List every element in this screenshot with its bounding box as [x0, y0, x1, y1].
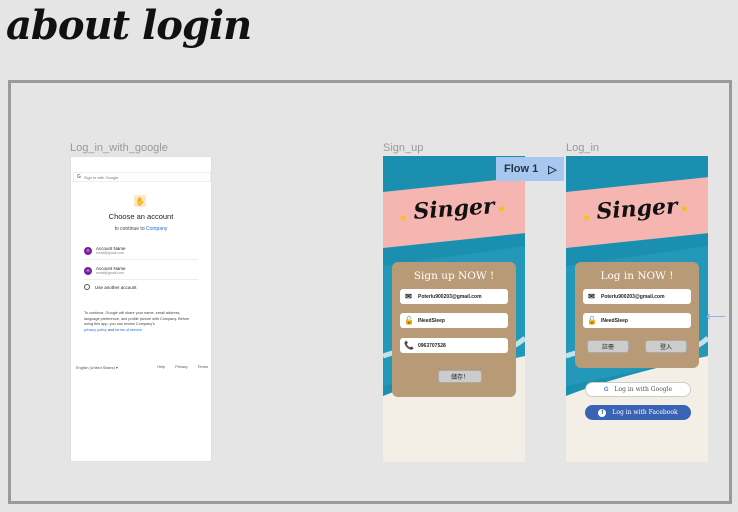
star-icon: ★ [680, 204, 689, 215]
consent-text: To continue, Google will share your name… [84, 311, 196, 333]
google-topbar-text: Sign in with Google [83, 174, 119, 180]
help-link[interactable]: Help [157, 365, 165, 370]
google-continue: to continue to Company [70, 226, 212, 232]
login-title: Log in NOW ! [600, 270, 674, 282]
email-field[interactable]: ✉ Poterlu900203@gmail.com [583, 289, 691, 304]
star-icon: ★ [582, 213, 591, 224]
email-value: Poterlu900203@gmail.com [601, 293, 665, 300]
frame-label-login[interactable]: Log_in [566, 142, 599, 154]
flow-badge[interactable]: Flow 1 ▷ [496, 157, 564, 181]
signup-frame[interactable]: Singer ★ ★ Sign up NOW ! ✉ Poterlu900203… [383, 156, 525, 462]
privacy-link[interactable]: Privacy [175, 365, 187, 370]
language-select[interactable]: English (United States) ▾ [76, 365, 118, 370]
consent-body: To continue, Google will share your name… [84, 311, 190, 326]
account-item[interactable]: A Account Name email@gmail.com [84, 242, 198, 260]
lock-icon: 🔓 [404, 316, 414, 325]
avatar: A [84, 246, 92, 255]
email-value: Poterlu900203@gmail.com [418, 293, 482, 300]
flow-arrow-icon: ⟵ [706, 308, 727, 324]
canvas: about login Log_in_with_google Sign_up L… [0, 0, 738, 512]
play-icon: ▷ [548, 163, 557, 176]
mail-icon: ✉ [405, 292, 412, 301]
facebook-login-button[interactable]: f Log in with Facebook [585, 405, 691, 420]
frame-label-google[interactable]: Log_in_with_google [70, 142, 168, 154]
company-link[interactable]: Company [146, 226, 167, 232]
star-icon: ★ [497, 204, 506, 215]
password-field[interactable]: 🔓 INeedSleep [400, 313, 508, 328]
facebook-login-label: Log in with Facebook [612, 409, 678, 416]
phone-field[interactable]: 📞 0963707528 [400, 338, 508, 353]
frame-label-signup[interactable]: Sign_up [383, 142, 423, 154]
login-card: Log in NOW ! ✉ Poterlu900203@gmail.com 🔓… [575, 262, 699, 368]
signup-card: Sign up NOW ! ✉ Poterlu900203@gmail.com … [392, 262, 516, 397]
use-another-account[interactable]: Use another account [84, 284, 137, 290]
google-footer: English (United States) ▾ Help Privacy T… [76, 365, 208, 370]
login-frame[interactable]: Singer ★ ★ Log in NOW ! ✉ Poterlu900203@… [566, 156, 708, 462]
password-value: INeedSleep [601, 317, 628, 324]
continue-prefix: to continue to [114, 226, 145, 232]
terms-link[interactable]: terms of service [115, 328, 142, 332]
and-text: and [107, 327, 115, 332]
register-button[interactable]: 註冊 [587, 340, 629, 353]
page-title: about login [6, 2, 252, 49]
user-circle-icon [84, 284, 90, 290]
phone-value: 0963707528 [418, 342, 446, 349]
facebook-icon: f [598, 408, 607, 417]
save-button[interactable]: 儲存！ [438, 370, 482, 383]
account-email: email@gmail.com [96, 271, 124, 275]
mail-icon: ✉ [588, 292, 595, 301]
google-icon: G [603, 386, 609, 393]
phone-icon: 📞 [404, 341, 414, 350]
avatar: A [84, 266, 92, 275]
privacy-policy-link[interactable]: privacy policy [84, 328, 107, 332]
login-button[interactable]: 登入 [645, 340, 687, 353]
email-field[interactable]: ✉ Poterlu900203@gmail.com [400, 289, 508, 304]
google-topbar: G Sign in with Google [73, 172, 211, 182]
company-logo-icon: ✋ [134, 195, 146, 207]
language-label: English (United States) [76, 366, 115, 370]
flow-label: Flow 1 [504, 163, 539, 175]
use-another-label: Use another account [95, 284, 137, 290]
google-login-label: Log in with Google [614, 386, 673, 393]
google-heading: Choose an account [108, 212, 174, 221]
google-login-button[interactable]: G Log in with Google [585, 382, 691, 397]
google-icon: G [77, 174, 81, 180]
star-icon: ★ [399, 213, 408, 224]
lock-icon: 🔓 [587, 316, 597, 325]
password-field[interactable]: 🔓 INeedSleep [583, 313, 691, 328]
password-value: INeedSleep [418, 317, 445, 324]
terms-footer-link[interactable]: Terms [198, 365, 208, 370]
signup-title: Sign up NOW ! [413, 270, 495, 282]
account-item[interactable]: A Account Name email@gmail.com [84, 262, 198, 280]
account-email: email@gmail.com [96, 251, 124, 255]
